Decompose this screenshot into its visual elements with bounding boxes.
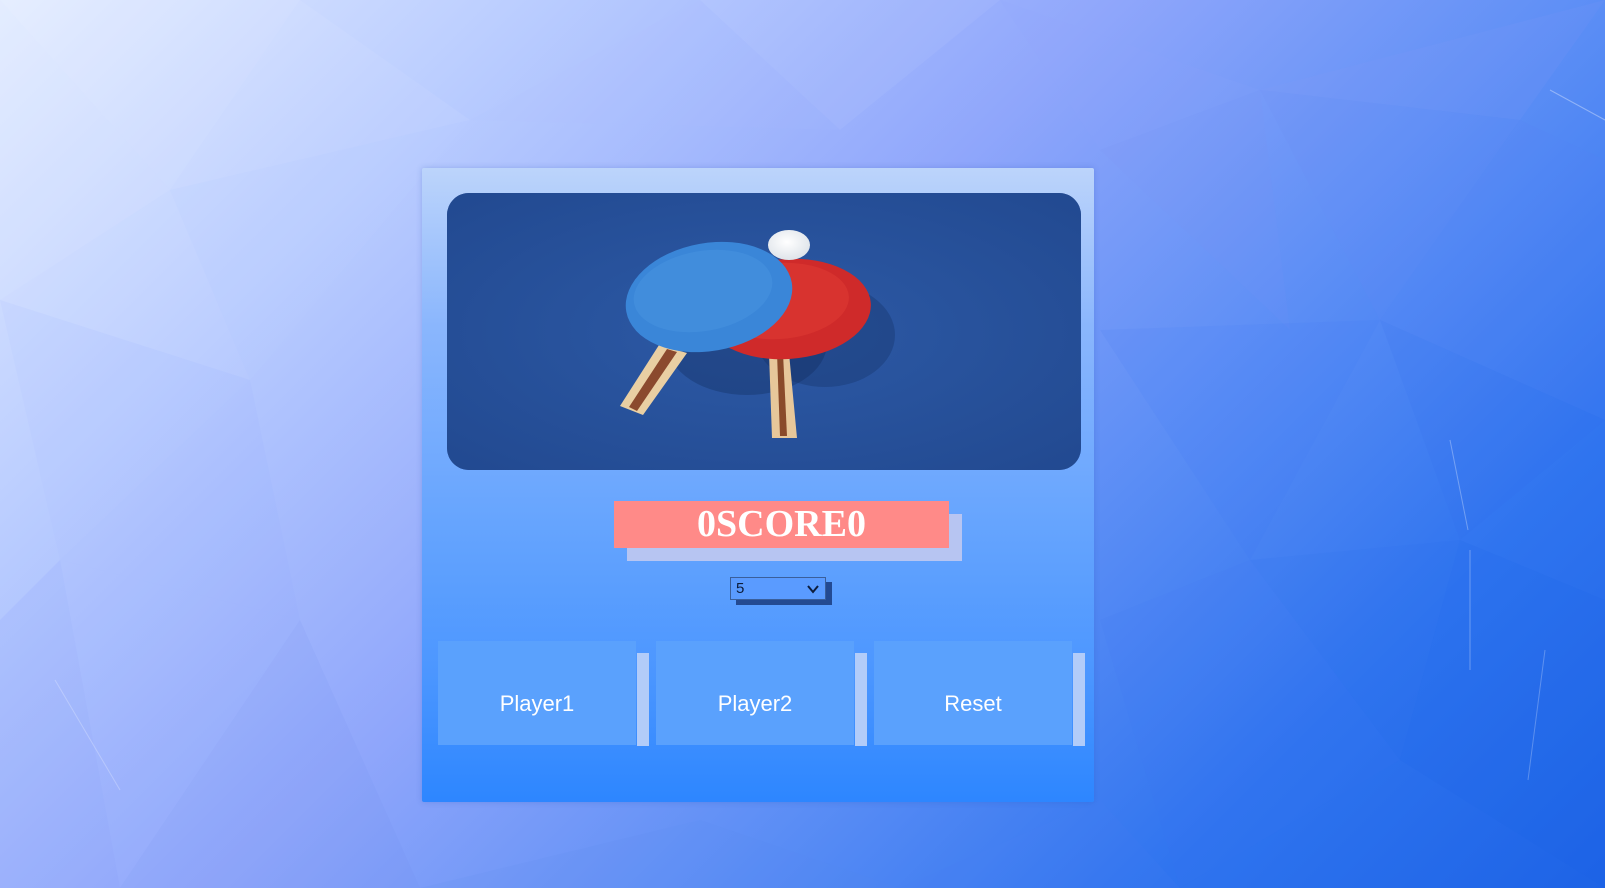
player1-button-wrapper: Player1 — [438, 641, 649, 759]
score-display: 0SCORE0 — [614, 501, 949, 548]
winning-score-select[interactable]: 5 — [730, 577, 826, 600]
ping-pong-hero-image — [447, 193, 1081, 470]
scoreboard: 0SCORE0 — [614, 501, 962, 563]
player1-score: 0 — [697, 503, 717, 545]
player1-button[interactable]: Player1 — [438, 641, 636, 745]
chevron-down-icon — [807, 585, 819, 594]
player2-button[interactable]: Player2 — [656, 641, 854, 745]
player2-button-wrapper: Player2 — [656, 641, 867, 759]
button-shadow — [637, 653, 649, 746]
game-panel: 0SCORE0 5 Player1 Player2 Reset — [422, 168, 1094, 802]
reset-button-wrapper: Reset — [874, 641, 1085, 759]
winning-score-select-wrapper: 5 — [730, 577, 832, 605]
player2-score: 0 — [846, 503, 866, 545]
winning-score-value: 5 — [736, 580, 745, 597]
score-label: SCORE — [716, 503, 847, 545]
button-shadow — [1073, 653, 1085, 746]
button-shadow — [855, 653, 867, 746]
reset-button[interactable]: Reset — [874, 641, 1072, 745]
ping-pong-paddles-illustration — [447, 193, 1081, 470]
